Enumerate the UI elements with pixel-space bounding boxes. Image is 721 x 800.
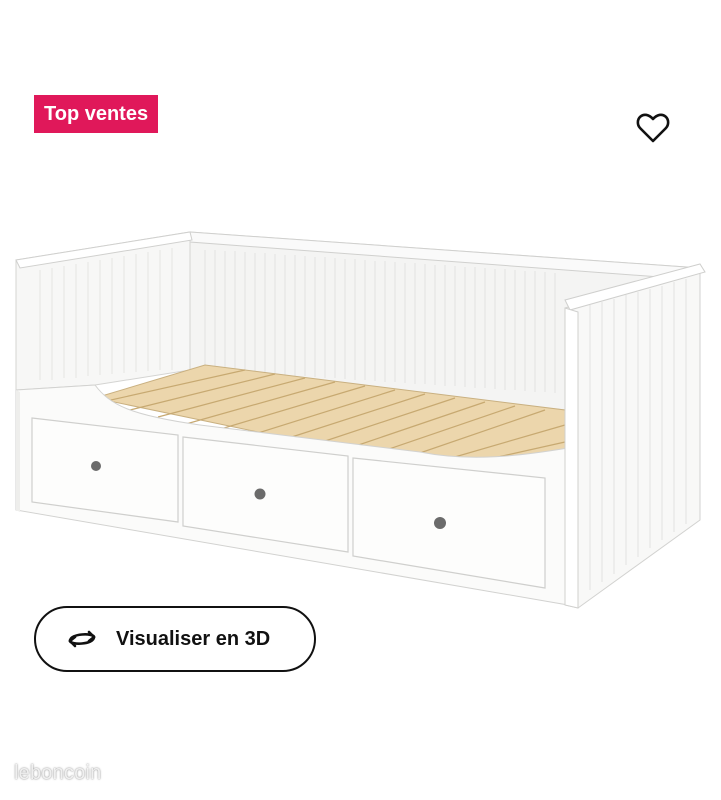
rotate-3d-icon — [64, 625, 100, 653]
favorite-button[interactable] — [636, 112, 670, 144]
product-image — [15, 231, 706, 609]
view-in-3d-button[interactable]: Visualiser en 3D — [34, 606, 316, 672]
heart-outline-icon — [636, 113, 670, 143]
view-in-3d-label: Visualiser en 3D — [116, 627, 271, 650]
daybed-right-side-panel — [564, 263, 706, 609]
top-sales-badge: Top ventes — [34, 95, 159, 133]
daybed-left-side-panel — [15, 231, 193, 391]
leboncoin-watermark: leboncoin — [14, 762, 102, 784]
